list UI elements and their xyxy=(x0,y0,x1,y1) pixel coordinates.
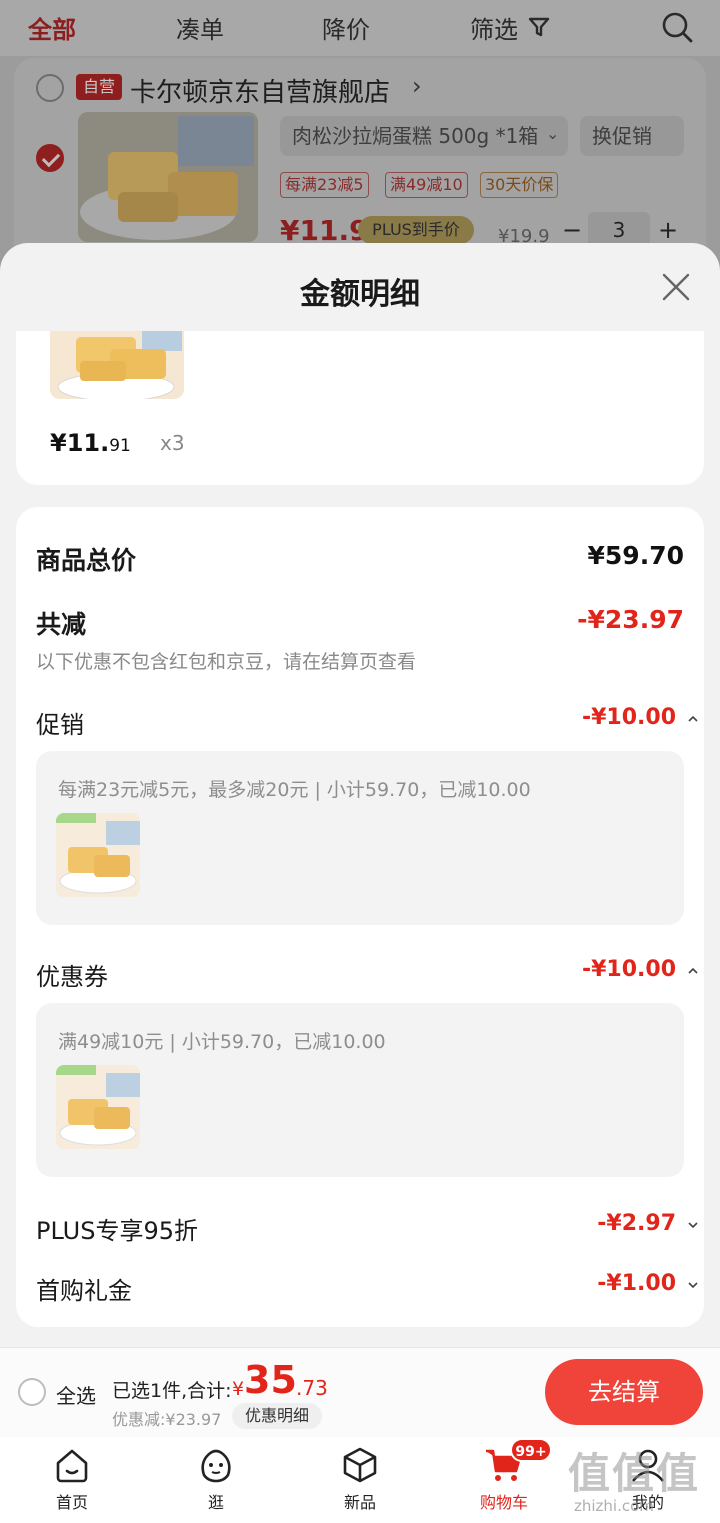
promo-value[interactable]: -¥10.00 xyxy=(582,705,676,730)
shop-name[interactable]: 卡尔顿京东自营旗舰店 xyxy=(130,72,390,109)
tab-price-drop[interactable]: 降价 xyxy=(322,10,370,45)
product-summary-card: ¥11.91 x3 xyxy=(16,331,704,485)
tab-new[interactable]: 新品 xyxy=(320,1445,400,1513)
coupon-product-thumbnail xyxy=(56,1065,140,1149)
chevron-up-icon[interactable] xyxy=(686,964,700,978)
plus-price-badge: PLUS到手价 xyxy=(358,216,474,244)
self-operated-badge: 自营 xyxy=(76,74,122,100)
item-price-int: ¥11. xyxy=(50,429,110,457)
coupon-value[interactable]: -¥10.00 xyxy=(582,957,676,982)
reduce-note: 以下优惠不包含红包和京豆，请在结算页查看 xyxy=(36,651,417,673)
mascot-icon xyxy=(201,1449,231,1483)
plus-discount-value[interactable]: -¥2.97 xyxy=(597,1211,676,1236)
search-icon[interactable] xyxy=(660,10,694,44)
total-currency: ¥ xyxy=(232,1378,245,1400)
product-image[interactable] xyxy=(78,112,258,242)
tab-home-label: 首页 xyxy=(55,1493,88,1512)
coupon-desc: 满49减10元 | 小计59.70，已减10.00 xyxy=(58,1031,386,1053)
selected-count-text: 已选1件,合计: xyxy=(112,1380,232,1402)
select-all-label[interactable]: 全选 xyxy=(56,1380,96,1409)
amount-detail-sheet: 金额明细 ¥11.91 x3 商品总价 ¥59.70 共减 -¥23.97 以下… xyxy=(0,243,720,1347)
promo-product-thumbnail xyxy=(56,813,140,897)
cart-page: 全部 凑单 降价 筛选 自营 卡尔顿京东自营旗舰店 › 肉松沙拉焗蛋糕 500g… xyxy=(0,0,720,1523)
discount-detail-button[interactable]: 优惠明细 xyxy=(232,1403,322,1429)
price-protect-tag: 30天价保 xyxy=(480,172,559,198)
first-purchase-gift-value[interactable]: -¥1.00 xyxy=(597,1271,676,1296)
promo-label[interactable]: 促销 xyxy=(36,705,84,740)
home-icon xyxy=(56,1449,88,1483)
quantity-decrease-button[interactable]: − xyxy=(562,216,582,244)
sku-selector[interactable]: 肉松沙拉焗蛋糕 500g *1箱 xyxy=(280,116,568,156)
chevron-down-icon: ⌄ xyxy=(546,124,560,143)
plus-discount-label[interactable]: PLUS专享95折 xyxy=(36,1211,198,1246)
total-reduce-label: 共减 xyxy=(36,610,87,639)
item-price: ¥11.91 xyxy=(50,429,131,457)
chevron-up-icon[interactable] xyxy=(686,712,700,726)
item-price-dec: 91 xyxy=(109,436,131,456)
amount-detail-card: 商品总价 ¥59.70 共减 -¥23.97 以下优惠不包含红包和京豆，请在结算… xyxy=(16,507,704,1327)
promo-detail-box: 每满23元减5元，最多减20元 | 小计59.70，已减10.00 xyxy=(36,751,684,925)
tab-cart-label: 购物车 xyxy=(479,1493,528,1512)
product-thumbnail xyxy=(50,331,184,399)
checkout-button[interactable]: 去结算 xyxy=(545,1359,703,1425)
tab-new-label: 新品 xyxy=(343,1493,376,1512)
item-quantity: x3 xyxy=(160,431,185,455)
filter-icon[interactable] xyxy=(528,16,550,38)
tab-browse[interactable]: 逛 xyxy=(176,1445,256,1513)
select-all-radio[interactable] xyxy=(18,1378,46,1406)
tab-filter[interactable]: 筛选 xyxy=(470,10,518,45)
sheet-title: 金额明细 xyxy=(300,277,420,312)
shop-select-radio[interactable] xyxy=(36,74,64,102)
watermark: 值值值 zhizhi.com xyxy=(568,1440,718,1522)
total-amount-dec: .73 xyxy=(296,1376,328,1400)
coupon-detail-box: 满49减10元 | 小计59.70，已减10.00 xyxy=(36,1003,684,1177)
tab-bundle[interactable]: 凑单 xyxy=(176,10,224,45)
promo-switch[interactable]: 换促销 xyxy=(580,116,684,156)
chevron-down-icon[interactable] xyxy=(686,1218,700,1232)
quantity-increase-button[interactable]: + xyxy=(658,216,678,244)
coupon-label[interactable]: 优惠券 xyxy=(36,957,108,992)
discount-summary: 优惠减:¥23.97 xyxy=(112,1410,222,1429)
first-purchase-gift-label[interactable]: 首购礼金 xyxy=(36,1271,132,1306)
total-amount-int: 35 xyxy=(244,1358,297,1402)
total-reduce-value: -¥23.97 xyxy=(577,605,684,634)
tab-all[interactable]: 全部 xyxy=(28,10,76,45)
checkout-bar: 全选 已选1件,合计: ¥ 35 .73 优惠减:¥23.97 优惠明细 去结算 xyxy=(0,1347,720,1437)
product-select-radio[interactable] xyxy=(36,144,64,172)
tab-home[interactable]: 首页 xyxy=(32,1445,112,1513)
total-price-value: ¥59.70 xyxy=(587,541,684,570)
chevron-down-icon[interactable] xyxy=(686,1278,700,1292)
tab-browse-label: 逛 xyxy=(207,1493,224,1512)
chevron-right-icon[interactable]: › xyxy=(412,72,422,100)
watermark-logo: 值值值 xyxy=(568,1449,701,1498)
total-price-label: 商品总价 xyxy=(36,546,137,575)
close-icon[interactable] xyxy=(660,271,692,303)
top-nav: 全部 凑单 降价 筛选 xyxy=(0,0,720,56)
promo-tag: 每满23减5 xyxy=(280,172,369,198)
promo-tag: 满49减10 xyxy=(385,172,468,198)
promo-desc: 每满23元减5元，最多减20元 | 小计59.70，已减10.00 xyxy=(58,779,531,801)
box-icon xyxy=(343,1447,377,1483)
cart-count-badge: 99+ xyxy=(510,1438,552,1462)
